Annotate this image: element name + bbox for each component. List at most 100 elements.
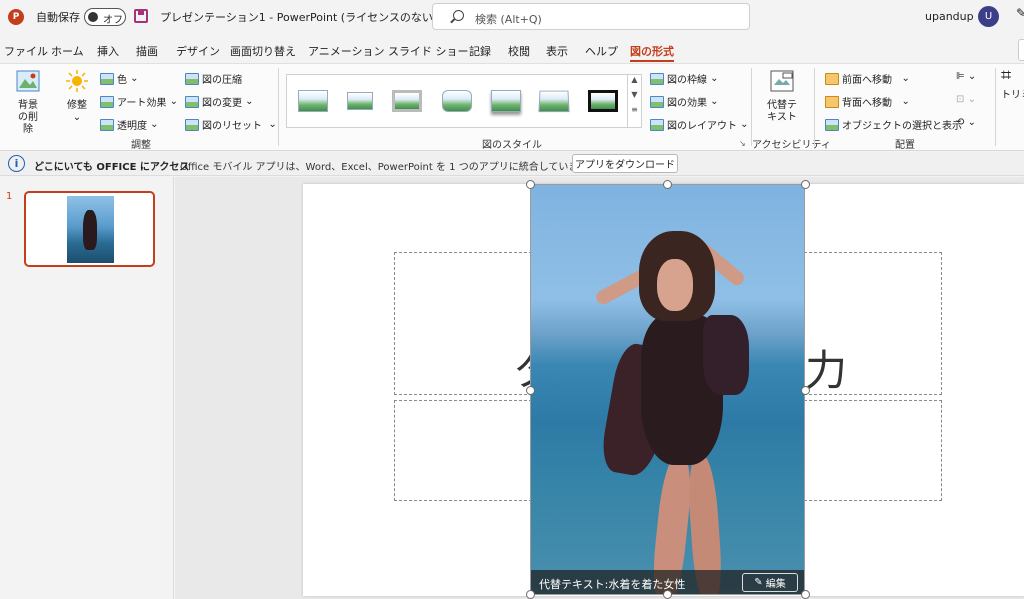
username[interactable]: upandup [925,10,974,23]
artistic-effects-label: アート効果 [117,98,167,109]
autosave-label: 自動保存 [36,11,80,24]
avatar[interactable]: U [978,6,999,27]
gallery-more-icon[interactable]: ≡ [628,105,641,114]
save-icon[interactable] [134,9,148,23]
chevron-down-icon[interactable]: ▼ [628,90,641,99]
transparency-icon [100,118,114,131]
picture-style-7[interactable] [585,87,621,115]
resize-handle-bottom[interactable] [663,590,672,599]
accessibility-group-label: アクセシビリティ [752,140,831,151]
edit-label: 編集 [765,579,786,590]
tab-slideshow[interactable]: スライド ショー [388,43,469,59]
rotate-icon: ⟲ [956,117,965,128]
resize-handle-bottom-right[interactable] [801,590,810,599]
download-app-button[interactable]: アプリをダウンロード [572,154,678,173]
edit-alt-text-button[interactable]: ✎ 編集 [742,573,798,592]
artistic-effects-icon [100,95,114,108]
picture-style-2[interactable] [342,87,378,115]
slide-number: 1 [6,191,13,202]
change-picture-button[interactable]: 図の変更 ⌄ [185,94,254,109]
adjust-group-label: 調整 [131,140,151,151]
gallery-scroll-arrows[interactable]: ▲ ▼ ≡ [627,75,641,127]
title-placeholder-text-right: 力 [805,346,848,395]
tab-animations[interactable]: アニメーション [308,43,385,59]
search-input[interactable]: 検索 (Alt+Q) [432,3,750,30]
compress-icon [185,72,199,85]
pen-icon[interactable]: ✎ [1016,6,1024,20]
resize-handle-top-left[interactable] [526,180,535,189]
bring-forward-button[interactable]: 前面へ移動 ⌄ [825,71,910,86]
selection-pane-button[interactable]: オブジェクトの選択と表示 [825,117,962,132]
tab-record[interactable]: 記録 [469,43,491,59]
compress-pictures-button[interactable]: 図の圧縮 [185,71,242,86]
align-button[interactable]: ⊫ ⌄ [956,71,976,82]
selected-picture[interactable]: 代替テキスト:水着を着た女性 ✎ 編集 [530,184,805,595]
color-label: 色 [117,75,127,86]
compress-label: 図の圧縮 [202,75,242,86]
send-backward-button[interactable]: 背面へ移動 ⌄ [825,94,910,109]
align-icon: ⊫ [956,71,965,82]
picture-detail [703,315,749,395]
resize-handle-top[interactable] [663,180,672,189]
tab-insert[interactable]: 挿入 [97,43,119,59]
message-bar: i どこにいても OFFICE にアクセス Office モバイル アプリは、W… [0,152,1024,176]
picture-layout-icon [650,118,664,131]
tab-file[interactable]: ファイル [4,43,48,59]
search-placeholder: 検索 (Alt+Q) [475,13,542,26]
ribbon-tabs: ファイル ホーム 挿入 描画 デザイン 画面切り替え アニメーション スライド … [0,40,1024,62]
tab-view[interactable]: 表示 [546,43,568,59]
picture-style-6[interactable] [536,87,572,115]
resize-handle-top-right[interactable] [801,180,810,189]
tabs-scroll-button[interactable] [1018,39,1024,61]
group-button[interactable]: ⊡ ⌄ [956,94,976,105]
reset-picture-icon [185,118,199,131]
change-picture-label: 図の変更 [202,98,242,109]
picture-effects-icon [650,95,664,108]
resize-handle-right[interactable] [801,386,810,395]
resize-handle-left[interactable] [526,386,535,395]
picture-style-3[interactable] [389,87,425,115]
crop-icon: ⌗ [1001,65,1012,86]
tab-transitions[interactable]: 画面切り替え [230,43,296,59]
tab-design[interactable]: デザイン [176,43,220,59]
picture-border-label: 図の枠線 [667,75,707,86]
picture-border-button[interactable]: 図の枠線 ⌄ [650,71,719,86]
tab-help[interactable]: ヘルプ [585,43,618,59]
group-separator [278,68,279,146]
selection-pane-label: オブジェクトの選択と表示 [842,121,962,132]
chevron-up-icon[interactable]: ▲ [628,75,641,84]
alt-text-button[interactable]: 代替テキスト [760,70,804,124]
picture-layout-label: 図のレイアウト [667,121,737,132]
remove-background-button[interactable]: 背景の削除 [8,70,48,136]
transparency-button[interactable]: 透明度 ⌄ [100,117,159,132]
tab-draw[interactable]: 描画 [136,43,158,59]
transparency-label: 透明度 [117,121,147,132]
dialog-launcher-icon[interactable]: ↘ [739,139,746,148]
corrections-button[interactable]: 修整 ⌄ [60,70,94,124]
picture-border-icon [650,72,664,85]
picture-style-1[interactable] [295,87,331,115]
change-picture-icon [185,95,199,108]
picture-style-5[interactable] [488,87,524,115]
rotate-button[interactable]: ⟲ ⌄ [956,117,976,128]
arrange-group-label: 配置 [895,140,915,151]
autosave-toggle[interactable]: オフ [84,8,126,26]
group-separator [814,68,815,146]
picture-style-4[interactable] [439,87,475,115]
send-backward-icon [825,95,839,108]
resize-handle-bottom-left[interactable] [526,590,535,599]
message-bar-text: Office モバイル アプリは、Word、Excel、PowerPoint を… [180,162,598,173]
chevron-down-icon: ⌄ [72,112,82,123]
picture-effects-button[interactable]: 図の効果 ⌄ [650,94,719,109]
send-backward-label: 背面へ移動 [842,98,892,109]
crop-button[interactable]: ⌗ トリミ [1001,65,1024,102]
document-title: プレゼンテーション1 - PowerPoint (ライセンスのない製品) [160,11,460,24]
tab-home[interactable]: ホーム [51,43,84,59]
tab-picture-format[interactable]: 図の形式 [630,43,674,62]
artistic-effects-button[interactable]: アート効果 ⌄ [100,94,178,109]
tab-review[interactable]: 校閲 [508,43,530,59]
reset-picture-button[interactable]: 図のリセット ⌄ [185,117,277,132]
picture-layout-button[interactable]: 図のレイアウト ⌄ [650,117,749,132]
color-button[interactable]: 色 ⌄ [100,71,139,86]
slide-thumbnail[interactable] [24,191,155,267]
